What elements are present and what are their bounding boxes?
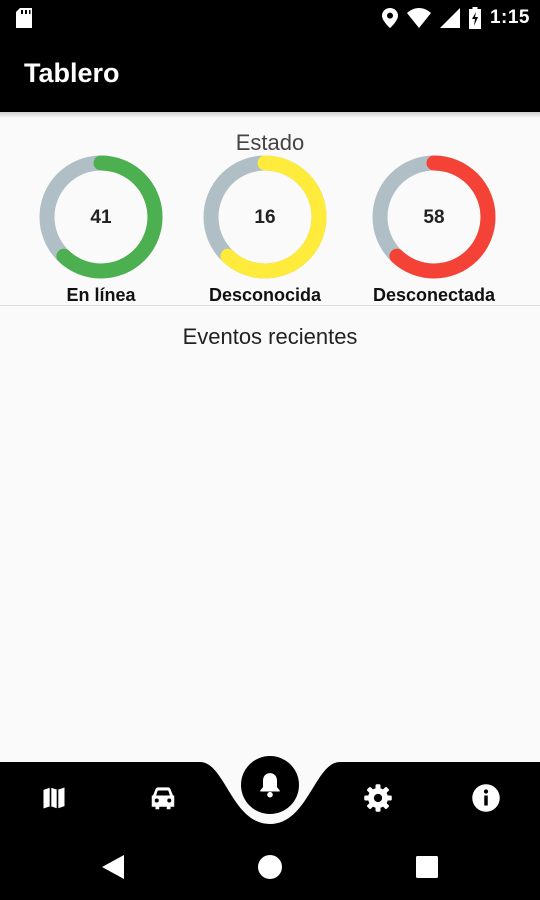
nav-events-button[interactable] bbox=[241, 756, 299, 814]
system-home-button[interactable] bbox=[255, 852, 285, 882]
app-bar-shadow bbox=[0, 112, 540, 118]
gauge-offline[interactable]: 58 Desconectada bbox=[369, 152, 499, 305]
home-icon bbox=[258, 855, 282, 879]
gauge-label: En línea bbox=[66, 285, 136, 305]
location-pin-icon bbox=[381, 8, 398, 28]
nav-info-button[interactable] bbox=[464, 776, 508, 820]
app-bar: Tablero bbox=[0, 36, 540, 112]
info-icon bbox=[472, 784, 500, 812]
page-title: Tablero bbox=[24, 58, 120, 88]
events-section-title: Eventos recientes bbox=[182, 324, 358, 349]
system-recents-button[interactable] bbox=[412, 852, 442, 882]
gauge-label: Desconocida bbox=[208, 285, 322, 305]
sd-card-icon bbox=[16, 8, 32, 28]
system-back-button[interactable] bbox=[98, 852, 128, 882]
back-icon bbox=[102, 855, 124, 879]
car-icon bbox=[151, 787, 175, 810]
gauge-unknown[interactable]: 16 Desconocida bbox=[200, 152, 330, 305]
nav-map-button[interactable] bbox=[32, 776, 76, 820]
map-icon bbox=[43, 787, 65, 809]
bell-icon bbox=[260, 773, 280, 798]
bottom-navigation bbox=[0, 756, 540, 832]
recents-icon bbox=[416, 856, 438, 878]
gauge-online[interactable]: 41 En línea bbox=[36, 152, 166, 305]
wifi-icon bbox=[406, 8, 431, 28]
clock-time: 1:15 bbox=[489, 7, 530, 28]
nav-vehicles-button[interactable] bbox=[141, 776, 185, 820]
gear-icon bbox=[364, 784, 392, 812]
battery-charging-icon bbox=[468, 7, 481, 29]
nav-settings-button[interactable] bbox=[356, 776, 400, 820]
system-navigation-bar bbox=[0, 832, 540, 900]
dashboard-content: Estado 41 En línea 16 Desconocida 58 Des… bbox=[0, 112, 540, 762]
gauge-value: 41 bbox=[90, 207, 112, 228]
status-bar: 1:15 bbox=[0, 0, 540, 36]
cell-signal-icon bbox=[439, 8, 460, 28]
section-divider bbox=[0, 305, 540, 306]
gauge-label: Desconectada bbox=[372, 285, 496, 305]
gauge-value: 58 bbox=[423, 207, 445, 228]
gauge-value: 16 bbox=[254, 207, 276, 228]
